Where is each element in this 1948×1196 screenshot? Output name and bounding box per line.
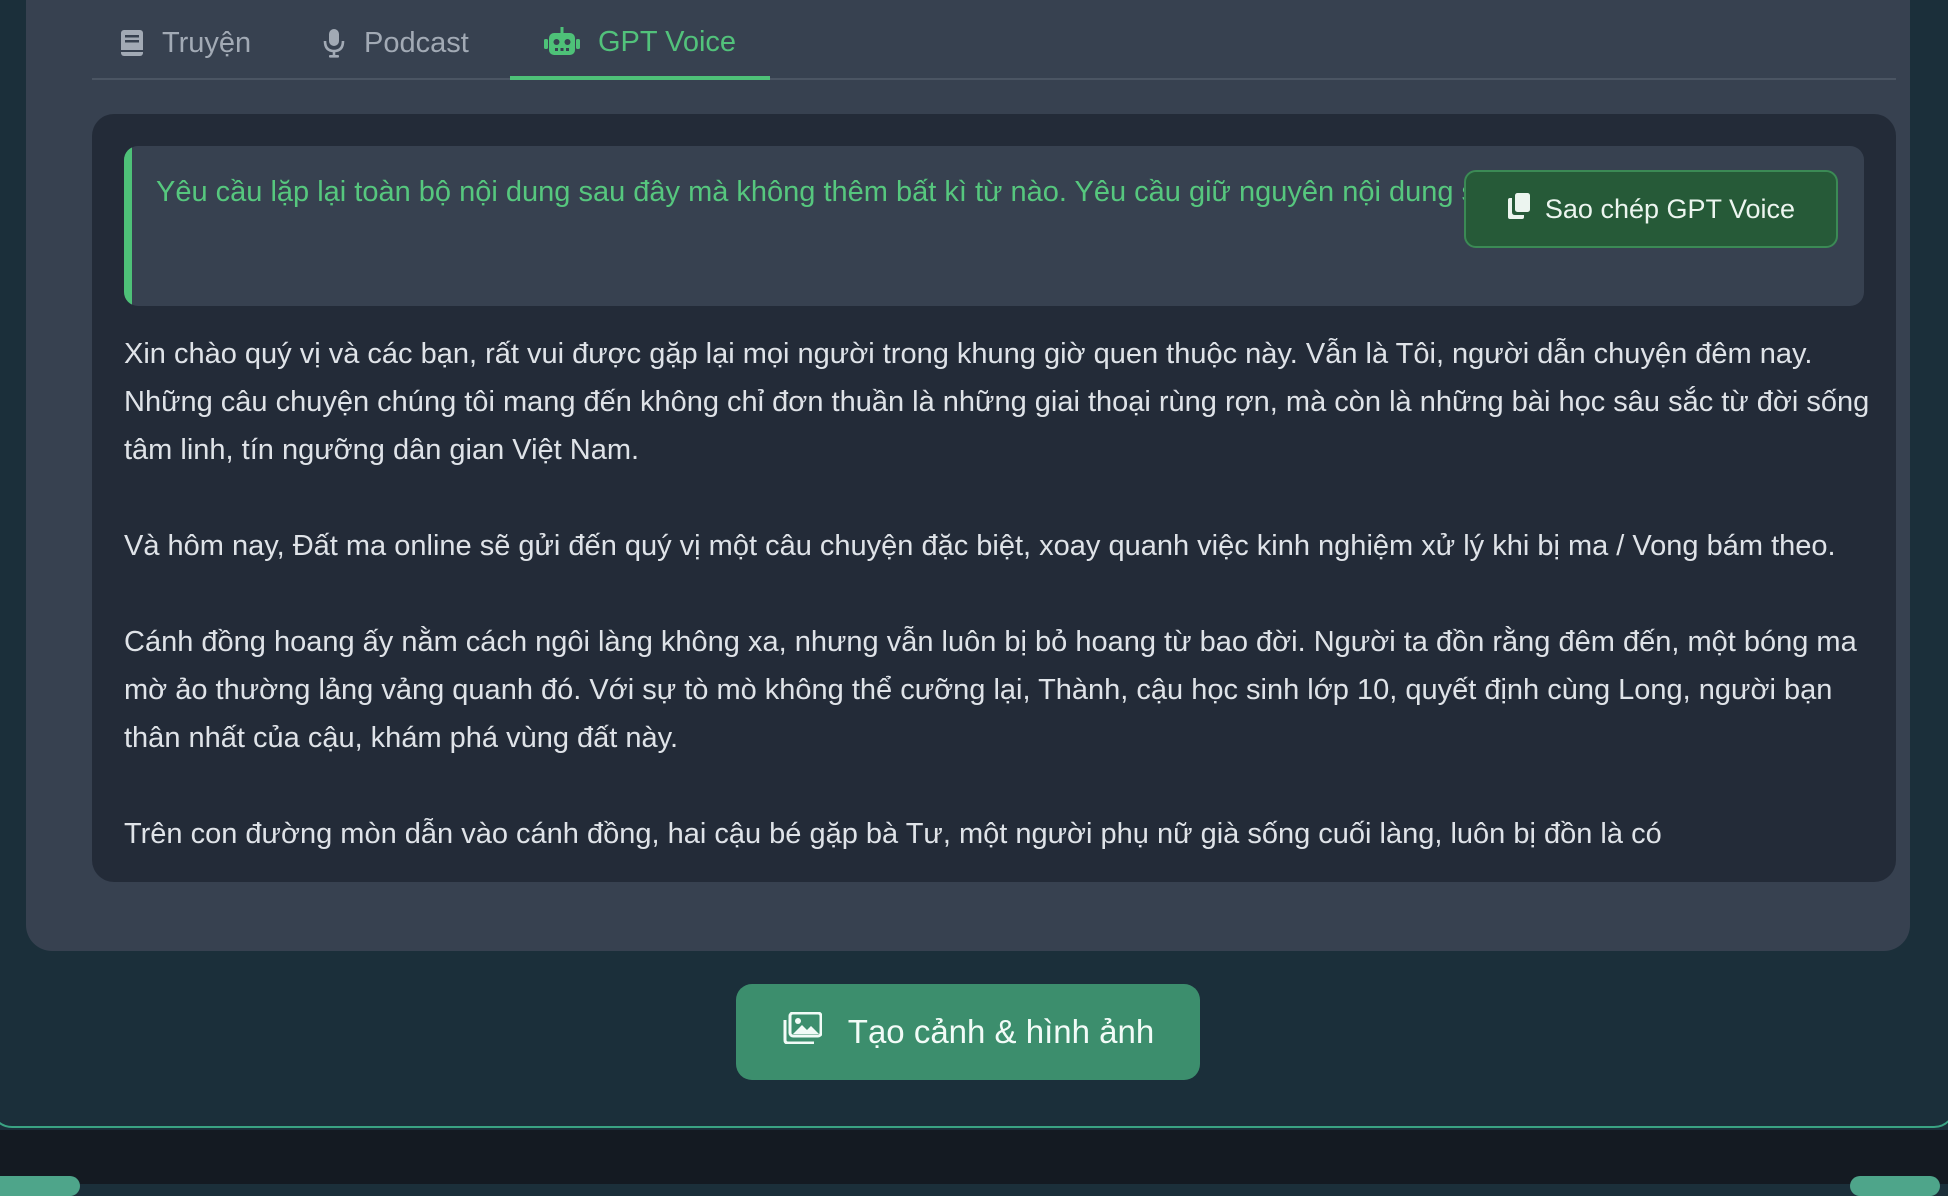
footer-button-left[interactable] bbox=[0, 1176, 80, 1196]
script-paragraph: Và hôm nay, Đất ma online sẽ gửi đến quý… bbox=[124, 530, 1836, 562]
footer-area bbox=[0, 1130, 1948, 1184]
book-icon bbox=[120, 29, 144, 57]
prompt-accent-bar bbox=[124, 146, 132, 306]
images-icon bbox=[782, 1011, 823, 1052]
copy-gpt-voice-button[interactable]: Sao chép GPT Voice bbox=[1464, 170, 1838, 248]
script-paragraph: Cánh đồng hoang ấy nằm cách ngôi làng kh… bbox=[124, 626, 1857, 754]
copy-icon bbox=[1507, 192, 1531, 227]
tab-podcast[interactable]: Podcast bbox=[322, 8, 469, 78]
robot-icon bbox=[543, 27, 580, 57]
tab-gpt-voice[interactable]: GPT Voice bbox=[510, 8, 770, 80]
footer-button-right[interactable] bbox=[1850, 1176, 1940, 1196]
tab-label: Truyện bbox=[162, 26, 252, 59]
tab-bar: Truyện Podcast GPT Voice bbox=[92, 8, 1896, 80]
tab-label: GPT Voice bbox=[597, 25, 737, 58]
create-scenes-images-button[interactable]: Tạo cảnh & hình ảnh bbox=[736, 984, 1200, 1080]
action-button-label: Tạo cảnh & hình ảnh bbox=[847, 1013, 1155, 1050]
content-card: Truyện Podcast GPT Voice Yêu cầu lặp lại… bbox=[26, 0, 1910, 951]
microphone-icon bbox=[322, 28, 346, 58]
script-text: Xin chào quý vị và các bạn, rất vui được… bbox=[124, 330, 1872, 882]
copy-button-label: Sao chép GPT Voice bbox=[1544, 193, 1796, 224]
script-paragraph: Trên con đường mòn dẫn vào cánh đồng, ha… bbox=[124, 818, 1662, 850]
script-paragraph: Xin chào quý vị và các bạn, rất vui được… bbox=[124, 338, 1870, 466]
tab-label: Podcast bbox=[364, 26, 469, 59]
tab-truyen[interactable]: Truyện bbox=[120, 8, 251, 78]
